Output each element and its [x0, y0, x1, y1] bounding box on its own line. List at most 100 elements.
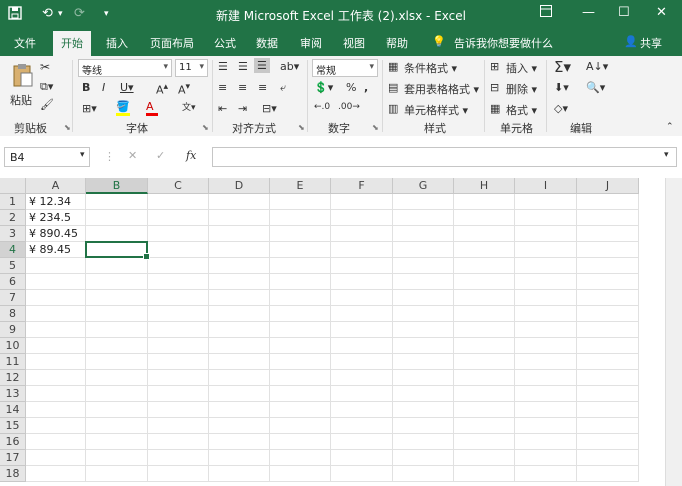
name-box-dropdown-icon[interactable]: ▾ — [80, 150, 85, 160]
cell-j15[interactable] — [577, 418, 639, 434]
cell-i7[interactable] — [515, 290, 577, 306]
cell-e12[interactable] — [270, 370, 331, 386]
cell-h11[interactable] — [454, 354, 515, 370]
cell-d14[interactable] — [209, 402, 270, 418]
column-header-e[interactable]: E — [270, 178, 331, 194]
tab-review[interactable]: 审阅 — [300, 35, 322, 51]
cell-c3[interactable] — [148, 226, 209, 242]
merge-center-icon[interactable]: ⊟▾ — [262, 102, 277, 115]
row-header-10[interactable]: 10 — [0, 338, 26, 354]
cell-g4[interactable] — [393, 242, 454, 258]
cell-g15[interactable] — [393, 418, 454, 434]
cell-b18[interactable] — [86, 466, 148, 482]
column-header-f[interactable]: F — [331, 178, 393, 194]
delete-cells-button[interactable]: 删除 ▾ — [506, 81, 537, 97]
tab-file[interactable]: 文件 — [14, 35, 36, 51]
column-header-j[interactable]: J — [577, 178, 639, 194]
cell-j4[interactable] — [577, 242, 639, 258]
cell-b5[interactable] — [86, 258, 148, 274]
cell-g11[interactable] — [393, 354, 454, 370]
cell-f12[interactable] — [331, 370, 393, 386]
formula-input[interactable] — [212, 147, 677, 167]
font-color-icon[interactable]: A — [146, 100, 158, 116]
row-header-17[interactable]: 17 — [0, 450, 26, 466]
autosum-icon[interactable]: Σ▾ — [554, 58, 571, 76]
cell-f7[interactable] — [331, 290, 393, 306]
row-header-5[interactable]: 5 — [0, 258, 26, 274]
column-header-a[interactable]: A — [26, 178, 86, 194]
number-launcher-icon[interactable]: ⬊ — [372, 123, 379, 132]
cell-b6[interactable] — [86, 274, 148, 290]
cell-h3[interactable] — [454, 226, 515, 242]
cell-c17[interactable] — [148, 450, 209, 466]
cell-d16[interactable] — [209, 434, 270, 450]
cell-styles-button[interactable]: 单元格样式 ▾ — [404, 102, 468, 118]
cell-a11[interactable] — [26, 354, 86, 370]
copy-icon[interactable]: ⧉▾ — [40, 80, 53, 94]
align-top-icon[interactable]: ☰ — [218, 60, 228, 73]
cell-e18[interactable] — [270, 466, 331, 482]
cell-f18[interactable] — [331, 466, 393, 482]
cell-a10[interactable] — [26, 338, 86, 354]
cell-g9[interactable] — [393, 322, 454, 338]
row-header-2[interactable]: 2 — [0, 210, 26, 226]
cell-a15[interactable] — [26, 418, 86, 434]
worksheet-grid[interactable]: A B C D E F G H I J 1 ¥ 12.34 2 ¥ 234.5 3 ¥ 890.45 4 ¥ 89… — [0, 178, 665, 486]
cell-j5[interactable] — [577, 258, 639, 274]
alignment-launcher-icon[interactable]: ⬊ — [298, 123, 305, 132]
cell-j9[interactable] — [577, 322, 639, 338]
cell-b7[interactable] — [86, 290, 148, 306]
cell-b13[interactable] — [86, 386, 148, 402]
name-box[interactable]: B4 — [4, 147, 90, 167]
cell-h2[interactable] — [454, 210, 515, 226]
column-header-b[interactable]: B — [86, 178, 148, 194]
cell-c9[interactable] — [148, 322, 209, 338]
format-cells-icon[interactable]: ▦ — [490, 102, 500, 115]
cell-h13[interactable] — [454, 386, 515, 402]
cell-i15[interactable] — [515, 418, 577, 434]
cell-a14[interactable] — [26, 402, 86, 418]
underline-icon[interactable]: U▾ — [120, 81, 134, 94]
cell-i4[interactable] — [515, 242, 577, 258]
bold-icon[interactable]: B — [82, 81, 90, 94]
row-header-7[interactable]: 7 — [0, 290, 26, 306]
insert-function-icon[interactable]: fx — [186, 149, 196, 162]
cell-f1[interactable] — [331, 194, 393, 210]
font-size-select[interactable]: 11 ▾ — [175, 59, 208, 77]
cell-h5[interactable] — [454, 258, 515, 274]
cell-f10[interactable] — [331, 338, 393, 354]
cell-j2[interactable] — [577, 210, 639, 226]
column-header-d[interactable]: D — [209, 178, 270, 194]
cell-c8[interactable] — [148, 306, 209, 322]
decrease-font-icon[interactable]: A▾ — [178, 81, 190, 97]
cell-i14[interactable] — [515, 402, 577, 418]
cell-i1[interactable] — [515, 194, 577, 210]
conditional-format-button[interactable]: 条件格式 ▾ — [404, 60, 457, 76]
cell-h18[interactable] — [454, 466, 515, 482]
clipboard-launcher-icon[interactable]: ⬊ — [64, 123, 71, 132]
cell-i9[interactable] — [515, 322, 577, 338]
cell-a9[interactable] — [26, 322, 86, 338]
cell-a16[interactable] — [26, 434, 86, 450]
cell-g6[interactable] — [393, 274, 454, 290]
row-header-11[interactable]: 11 — [0, 354, 26, 370]
row-header-13[interactable]: 13 — [0, 386, 26, 402]
cell-j1[interactable] — [577, 194, 639, 210]
cell-a17[interactable] — [26, 450, 86, 466]
vertical-scrollbar[interactable] — [665, 178, 682, 486]
cell-b1[interactable] — [86, 194, 148, 210]
cell-c2[interactable] — [148, 210, 209, 226]
cell-e9[interactable] — [270, 322, 331, 338]
cell-b14[interactable] — [86, 402, 148, 418]
delete-cells-icon[interactable]: ⊟ — [490, 81, 499, 94]
align-bottom-icon[interactable]: ☰ — [254, 58, 270, 73]
row-header-15[interactable]: 15 — [0, 418, 26, 434]
find-select-icon[interactable]: 🔍▾ — [586, 81, 605, 94]
cell-e10[interactable] — [270, 338, 331, 354]
select-all-corner[interactable] — [0, 178, 26, 194]
insert-cells-button[interactable]: 插入 ▾ — [506, 60, 537, 76]
cell-e13[interactable] — [270, 386, 331, 402]
cell-d2[interactable] — [209, 210, 270, 226]
ribbon-display-options-icon[interactable] — [540, 5, 552, 21]
cell-a8[interactable] — [26, 306, 86, 322]
